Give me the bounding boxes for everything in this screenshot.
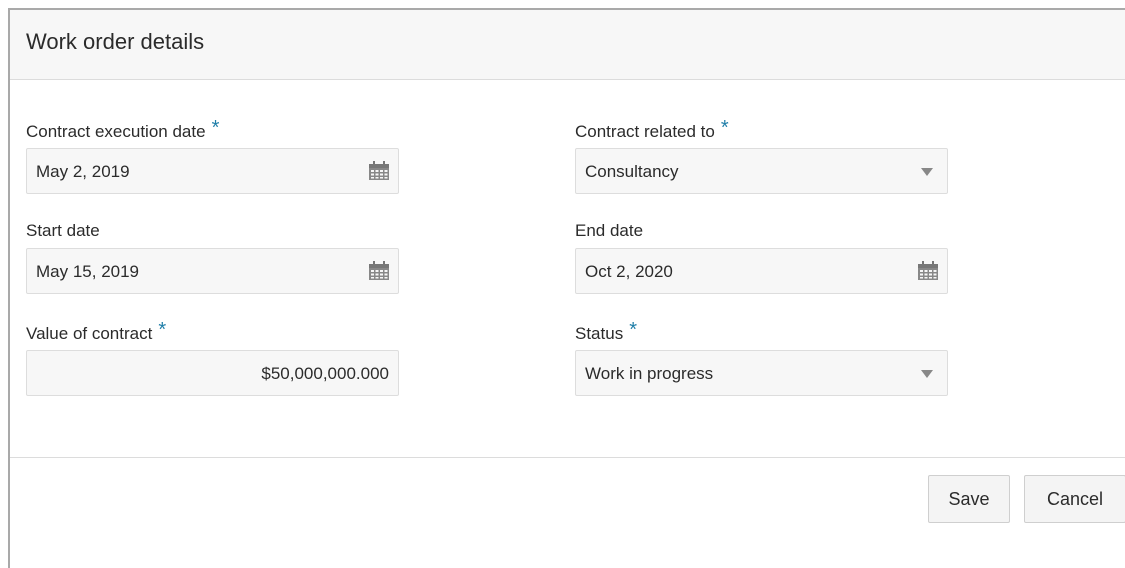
contract-execution-date-label-text: Contract execution date <box>26 122 206 141</box>
required-marker: * <box>158 319 167 341</box>
end-date-input[interactable]: Oct 2, 2020 <box>575 248 948 294</box>
value-of-contract-value: $50,000,000.000 <box>261 364 389 383</box>
contract-execution-date-label: Contract execution date * <box>26 117 220 143</box>
value-of-contract-label: Value of contract * <box>26 319 167 345</box>
contract-related-to-select[interactable]: Consultancy <box>575 148 948 194</box>
end-date-label: End date <box>575 221 643 241</box>
start-date-label: Start date <box>26 221 100 241</box>
status-label-text: Status <box>575 324 624 343</box>
chevron-down-icon[interactable] <box>921 370 933 378</box>
contract-execution-date-input[interactable]: May 2, 2019 <box>26 148 399 194</box>
chevron-down-icon[interactable] <box>921 168 933 176</box>
end-date-label-text: End date <box>575 221 644 240</box>
contract-execution-date-value: May 2, 2019 <box>36 162 130 181</box>
calendar-icon[interactable] <box>917 261 939 281</box>
required-marker: * <box>720 117 729 139</box>
dialog-header: Work order details <box>10 10 1125 80</box>
save-button[interactable]: Save <box>928 475 1010 523</box>
cancel-button[interactable]: Cancel <box>1024 475 1125 523</box>
contract-related-to-label: Contract related to * <box>575 117 729 143</box>
value-of-contract-label-text: Value of contract <box>26 324 153 343</box>
contract-related-to-value: Consultancy <box>585 162 679 181</box>
dialog-title: Work order details <box>26 29 205 54</box>
calendar-icon[interactable] <box>368 161 390 181</box>
start-date-value: May 15, 2019 <box>36 262 140 281</box>
footer-divider <box>10 457 1125 458</box>
calendar-icon[interactable] <box>368 261 390 281</box>
status-select[interactable]: Work in progress <box>575 350 948 396</box>
value-of-contract-input[interactable]: $50,000,000.000 <box>26 350 399 396</box>
required-marker: * <box>629 319 637 341</box>
status-value: Work in progress <box>585 364 714 383</box>
start-date-label-text: Start date <box>26 221 100 240</box>
required-marker: * <box>211 117 220 139</box>
work-order-dialog: Work order details Contract execution da… <box>8 8 1125 568</box>
end-date-value: Oct 2, 2020 <box>585 262 673 281</box>
status-label: Status * <box>575 319 637 345</box>
start-date-input[interactable]: May 15, 2019 <box>26 248 399 294</box>
contract-related-to-label-text: Contract related to <box>575 122 715 141</box>
